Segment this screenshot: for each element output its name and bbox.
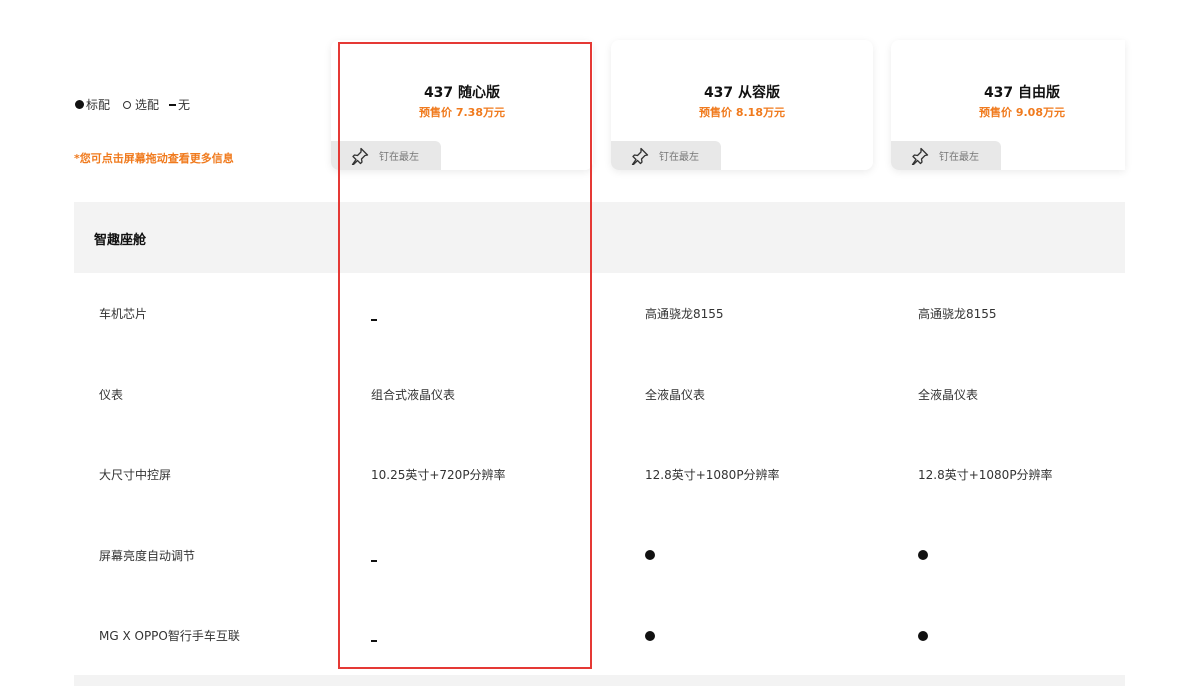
model-card-3: 437 自由版 预售价 9.08万元 钉在最左 (891, 40, 1125, 170)
dash-icon (371, 318, 377, 321)
row-label: 车机芯片 (99, 307, 148, 321)
model-name: 437 随心版 (423, 85, 501, 101)
legend-standard-label: 标配 (86, 98, 111, 112)
table-row: MG X OPPO智行手车互联 (0, 593, 1188, 673)
row-value: 10.25英寸+720P分辨率 (371, 468, 506, 482)
empty-circle-icon (123, 100, 132, 109)
value-dash (371, 553, 377, 567)
row-value: 全液晶仪表 (918, 388, 979, 402)
row-value: 全液晶仪表 (645, 388, 706, 402)
value-dot (918, 549, 928, 563)
table-row: 屏幕亮度自动调节 (0, 513, 1188, 593)
next-section-header (74, 675, 1125, 686)
filled-dot-icon (918, 631, 928, 641)
table-row: 仪表 组合式液晶仪表 全液晶仪表 全液晶仪表 (0, 353, 1188, 433)
row-value: 高通骁龙8155 (645, 307, 724, 321)
row-label: MG X OPPO智行手车互联 (99, 629, 240, 643)
row-value: 组合式液晶仪表 (371, 388, 456, 402)
legend-standard: 标配 (75, 96, 110, 113)
dash-icon (169, 103, 177, 106)
legend-optional-label: 选配 (135, 98, 160, 112)
pin-icon (351, 147, 369, 165)
legend-none: 无 (169, 96, 190, 113)
model-price: 预售价 8.18万元 (699, 106, 785, 119)
value-dot (645, 549, 655, 563)
row-label: 屏幕亮度自动调节 (99, 549, 196, 563)
pin-left-label: 钉在最左 (939, 152, 979, 163)
pin-left-button[interactable]: 钉在最左 (331, 141, 441, 170)
model-card-1: 437 随心版 预售价 7.38万元 钉在最左 (331, 40, 593, 170)
value-dash (371, 312, 377, 326)
table-row: 车机芯片 高通骁龙8155 高通骁龙8155 (0, 273, 1188, 353)
model-price: 预售价 9.08万元 (979, 106, 1065, 119)
dash-icon (371, 639, 377, 642)
row-value: 12.8英寸+1080P分辨率 (918, 468, 1053, 482)
section-title: 智趣座舱 (94, 233, 147, 248)
value-dot (918, 630, 928, 644)
legend: 标配 选配 无 (75, 96, 200, 113)
value-dash (371, 633, 377, 647)
table-row: 大尺寸中控屏 10.25英寸+720P分辨率 12.8英寸+1080P分辨率 1… (0, 433, 1188, 513)
pin-left-button[interactable]: 钉在最左 (891, 141, 1001, 170)
filled-dot-icon (645, 550, 655, 560)
row-label: 仪表 (99, 388, 124, 402)
model-price: 预售价 7.38万元 (419, 106, 505, 119)
model-name: 437 自由版 (983, 85, 1061, 101)
legend-none-label: 无 (178, 98, 191, 112)
filled-dot-icon (918, 550, 928, 560)
drag-hint: *您可点击屏幕拖动查看更多信息 (74, 152, 234, 165)
pin-left-button[interactable]: 钉在最左 (611, 141, 721, 170)
pin-left-label: 钉在最左 (659, 152, 699, 163)
pin-icon (911, 147, 929, 165)
model-card-2: 437 从容版 预售价 8.18万元 钉在最左 (611, 40, 873, 170)
legend-optional: 选配 (120, 96, 159, 113)
row-label: 大尺寸中控屏 (99, 468, 172, 482)
model-name: 437 从容版 (703, 85, 781, 101)
section-header: 智趣座舱 (74, 202, 1125, 273)
row-value: 高通骁龙8155 (918, 307, 997, 321)
filled-dot-icon (75, 100, 84, 109)
value-dot (645, 630, 655, 644)
filled-dot-icon (645, 631, 655, 641)
pin-icon (631, 147, 649, 165)
dash-icon (371, 559, 377, 562)
row-value: 12.8英寸+1080P分辨率 (645, 468, 780, 482)
pin-left-label: 钉在最左 (379, 152, 419, 163)
